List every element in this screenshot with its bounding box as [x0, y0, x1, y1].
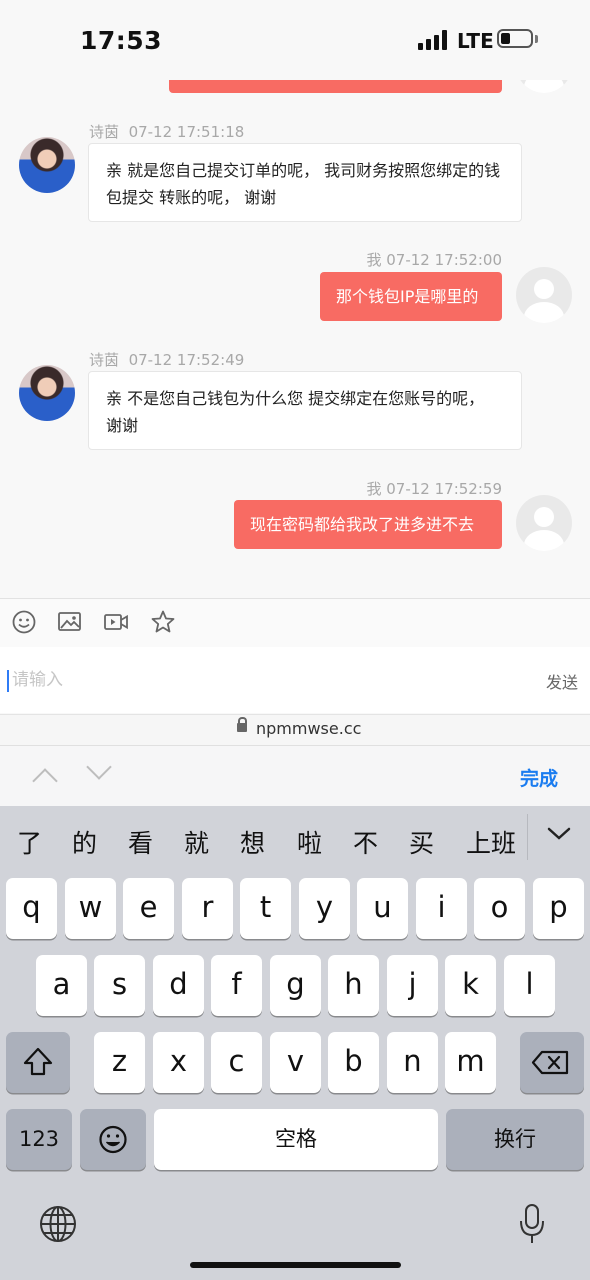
key-l[interactable]: l [504, 955, 555, 1016]
backspace-icon [531, 1050, 569, 1075]
key-p[interactable]: p [533, 878, 584, 939]
key-b[interactable]: b [328, 1032, 379, 1093]
key-y[interactable]: y [299, 878, 350, 939]
key-t[interactable]: t [240, 878, 291, 939]
chat-area[interactable]: 诗茵 07-12 17:51:18 亲 就是您自己提交订单的呢， 我司财务按照您… [0, 80, 590, 598]
key-u[interactable]: u [357, 878, 408, 939]
key-g[interactable]: g [270, 955, 321, 1016]
key-c[interactable]: c [211, 1032, 262, 1093]
message-input[interactable] [12, 664, 512, 696]
send-button[interactable]: 发送 [546, 669, 578, 693]
status-time: 17:53 [80, 26, 163, 55]
candidate-word[interactable]: 买 [409, 824, 434, 860]
battery-tip [535, 35, 538, 43]
key-a[interactable]: a [36, 955, 87, 1016]
user-avatar [516, 495, 572, 551]
expand-candidates-chevron-icon[interactable] [546, 826, 572, 842]
message-bubble-outgoing[interactable]: 现在密码都给我改了进多进不去 [234, 500, 502, 549]
chat-toolbar [0, 598, 590, 648]
url-text[interactable]: npmmwse.cc [256, 719, 361, 738]
candidate-word[interactable]: 不 [353, 824, 378, 860]
key-d[interactable]: d [153, 955, 204, 1016]
key-z[interactable]: z [94, 1032, 145, 1093]
candidate-word[interactable]: 了 [17, 824, 42, 860]
lock-icon [237, 717, 247, 732]
message-bubble-incoming[interactable]: 亲 就是您自己提交订单的呢， 我司财务按照您绑定的钱包提交 转账的呢， 谢谢 [88, 143, 522, 222]
agent-avatar [19, 137, 75, 193]
candidate-word[interactable]: 想 [240, 824, 265, 860]
candidate-word[interactable]: 啦 [297, 824, 322, 860]
message-bubble-outgoing[interactable] [169, 80, 502, 93]
space-key[interactable]: 空格 [154, 1109, 438, 1170]
text-caret [7, 670, 9, 692]
message-bubble-outgoing[interactable]: 那个钱包IP是哪里的 [320, 272, 502, 321]
message-meta: 诗茵 07-12 17:51:18 [89, 123, 245, 141]
image-icon[interactable] [57, 609, 83, 635]
message-meta: 诗茵 07-12 17:52:49 [89, 351, 245, 369]
key-j[interactable]: j [387, 955, 438, 1016]
candidate-word[interactable]: 上班 [466, 824, 516, 860]
key-m[interactable]: m [445, 1032, 496, 1093]
emoji-key[interactable] [80, 1109, 146, 1170]
key-i[interactable]: i [416, 878, 467, 939]
candidate-word[interactable]: 就 [184, 824, 209, 860]
star-icon[interactable] [150, 609, 176, 635]
user-avatar [516, 80, 572, 93]
numbers-key[interactable]: 123 [6, 1109, 72, 1170]
key-e[interactable]: e [123, 878, 174, 939]
home-indicator[interactable] [190, 1262, 401, 1268]
key-x[interactable]: x [153, 1032, 204, 1093]
key-f[interactable]: f [211, 955, 262, 1016]
key-s[interactable]: s [94, 955, 145, 1016]
keyboard-accessory-bar [0, 745, 590, 806]
key-o[interactable]: o [474, 878, 525, 939]
agent-avatar [19, 365, 75, 421]
shift-icon [23, 1047, 53, 1076]
microphone-icon[interactable] [518, 1202, 546, 1246]
done-button[interactable]: 完成 [520, 764, 558, 791]
shift-key[interactable] [6, 1032, 70, 1093]
message-bubble-incoming[interactable]: 亲 不是您自己钱包为什么您 提交绑定在您账号的呢， 谢谢 [88, 371, 522, 450]
network-label: LTE [457, 29, 494, 53]
globe-icon[interactable] [38, 1204, 78, 1244]
backspace-key[interactable] [520, 1032, 584, 1093]
key-h[interactable]: h [328, 955, 379, 1016]
battery-icon [497, 29, 533, 48]
return-key[interactable]: 换行 [446, 1109, 584, 1170]
user-avatar [516, 267, 572, 323]
key-n[interactable]: n [387, 1032, 438, 1093]
message-meta: 我 07-12 17:52:00 [366, 251, 502, 269]
key-q[interactable]: q [6, 878, 57, 939]
key-k[interactable]: k [445, 955, 496, 1016]
video-icon[interactable] [103, 609, 129, 635]
message-meta: 我 07-12 17:52:59 [366, 480, 502, 498]
key-r[interactable]: r [182, 878, 233, 939]
emoji-icon [99, 1125, 127, 1154]
key-w[interactable]: w [65, 878, 116, 939]
candidate-word[interactable]: 看 [128, 824, 153, 860]
signal-icon [418, 30, 448, 50]
key-v[interactable]: v [270, 1032, 321, 1093]
emoji-icon[interactable] [11, 609, 37, 635]
candidate-word[interactable]: 的 [72, 824, 97, 860]
candidate-divider [527, 814, 528, 860]
